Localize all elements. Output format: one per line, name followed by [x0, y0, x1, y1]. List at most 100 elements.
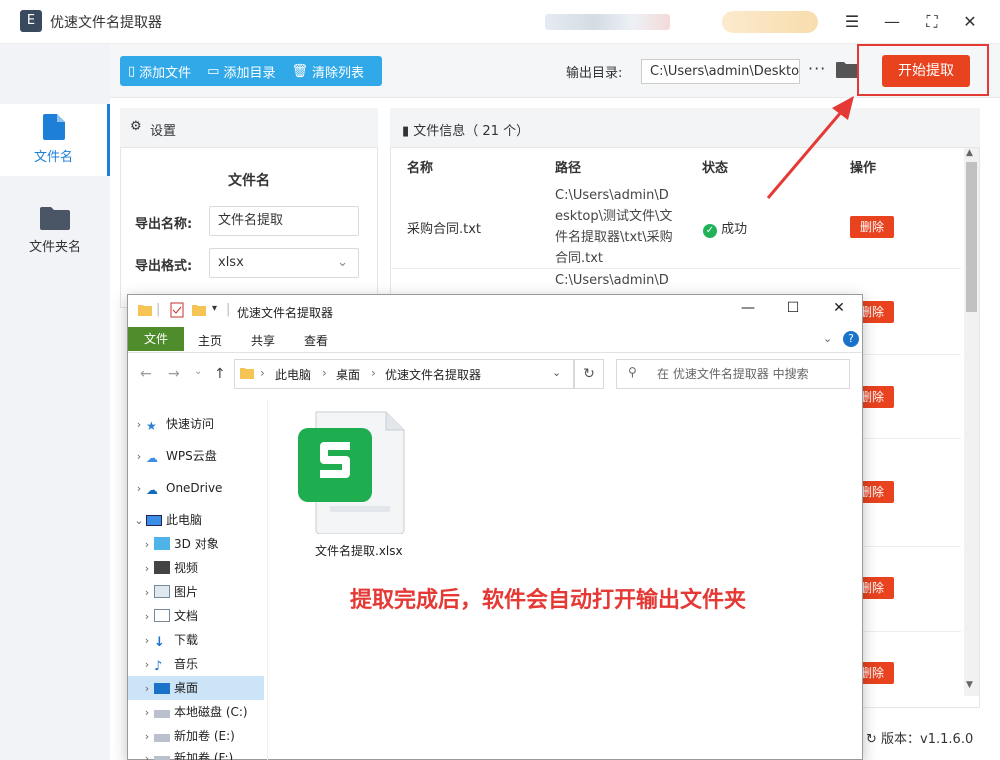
- tree-item-music[interactable]: › ♪ 音乐: [128, 652, 264, 676]
- app-logo: E: [20, 10, 42, 32]
- gear-icon: ⚙: [130, 119, 142, 134]
- chevron-down-icon: ⌄: [337, 255, 348, 270]
- breadcrumb-item[interactable]: 优速文件名提取器: [385, 366, 481, 383]
- export-name-input[interactable]: 文件名提取: [209, 206, 359, 236]
- tree-item-this-pc[interactable]: ⌄ 此电脑: [128, 508, 264, 532]
- row-name: 采购合同.txt: [407, 222, 482, 237]
- tree-item-pictures[interactable]: › 图片: [128, 580, 264, 604]
- minimize-button[interactable]: —: [880, 10, 904, 34]
- user-account-area[interactable]: [545, 14, 670, 30]
- browse-more-button[interactable]: ···: [808, 59, 826, 78]
- explorer-title: 优速文件名提取器: [237, 306, 334, 320]
- address-dropdown-icon[interactable]: ⌄: [552, 366, 561, 379]
- ribbon-tab-file[interactable]: 文件: [128, 327, 184, 351]
- settings-header: ⚙ 设置: [120, 108, 378, 148]
- forward-arrow-icon[interactable]: →: [168, 366, 180, 382]
- row-path: C:\Users\admin\Desktop\测试文件\文件名提取器\txt\采…: [555, 188, 673, 266]
- computer-icon: [146, 515, 162, 526]
- export-format-select[interactable]: xlsx ⌄: [209, 248, 359, 278]
- breadcrumb-separator: ›: [260, 366, 265, 380]
- properties-icon[interactable]: [170, 302, 184, 318]
- trash-icon: 🗑: [291, 63, 308, 79]
- tree-item-documents[interactable]: › 文档: [128, 604, 264, 628]
- tree-item-downloads[interactable]: › ↓ 下载: [128, 628, 264, 652]
- export-format-label: 导出格式:: [135, 259, 193, 274]
- back-arrow-icon[interactable]: ←: [140, 366, 152, 382]
- output-dir-input[interactable]: C:\Users\admin\Desktop: [641, 59, 800, 84]
- cube-icon: [154, 537, 170, 550]
- output-dir-label: 输出目录:: [566, 66, 623, 81]
- search-input[interactable]: 在 优速文件名提取器 中搜索: [616, 359, 850, 389]
- scroll-down-icon[interactable]: ▼: [966, 680, 973, 690]
- scroll-up-icon[interactable]: ▲: [966, 148, 973, 158]
- annotation-arrow: [766, 96, 854, 199]
- ribbon-tab-view[interactable]: 查看: [304, 332, 328, 349]
- scrollbar-thumb[interactable]: [966, 162, 977, 312]
- open-folder-icon[interactable]: [836, 61, 858, 79]
- vip-badge[interactable]: [722, 11, 818, 33]
- app-title: 优速文件名提取器: [50, 15, 162, 31]
- row-status: ✓ 成功: [703, 218, 747, 238]
- maximize-button[interactable]: ⛶: [920, 10, 944, 34]
- explorer-ribbon: [128, 327, 862, 353]
- breadcrumb-separator: ›: [322, 366, 327, 380]
- drive-icon: [154, 734, 170, 742]
- menu-icon[interactable]: ☰: [840, 10, 864, 34]
- sidebar-item-filename[interactable]: 文件名: [0, 104, 110, 176]
- quick-access-dropdown-icon[interactable]: ▾: [212, 303, 217, 314]
- up-arrow-icon[interactable]: ↑: [214, 366, 226, 382]
- refresh-button[interactable]: ↻: [574, 359, 604, 389]
- annotation-message: 提取完成后，软件会自动打开输出文件夹: [350, 588, 747, 613]
- picture-icon: [154, 585, 170, 598]
- breadcrumb-item[interactable]: 桌面: [336, 366, 360, 383]
- separator: |: [156, 302, 161, 317]
- file-info-header: ▮ 文件信息（ 21 个）: [390, 108, 980, 148]
- close-button[interactable]: ✕: [958, 10, 982, 34]
- cloud-icon: ☁: [146, 451, 158, 465]
- tree-item-videos[interactable]: › 视频: [128, 556, 264, 580]
- ribbon-tab-share[interactable]: 共享: [251, 332, 275, 349]
- start-extract-button[interactable]: 开始提取: [882, 55, 970, 87]
- clear-list-button[interactable]: 🗑 清除列表: [283, 56, 372, 86]
- add-file-button[interactable]: ▯ 添加文件: [120, 56, 199, 86]
- tree-item-wps-cloud[interactable]: › ☁ WPS云盘: [128, 444, 264, 468]
- recent-dropdown-icon[interactable]: ⌄: [194, 366, 202, 377]
- tree-item-drive-e[interactable]: › 新加卷 (E:): [128, 724, 264, 748]
- column-header-status: 状态: [702, 161, 729, 176]
- ribbon-expand-icon[interactable]: ⌄: [823, 332, 832, 345]
- explorer-minimize-button[interactable]: —: [733, 300, 763, 322]
- help-icon[interactable]: ?: [843, 331, 859, 347]
- explorer-maximize-button[interactable]: ☐: [778, 300, 808, 322]
- breadcrumb-item[interactable]: 此电脑: [275, 366, 311, 383]
- tree-item-drive-c[interactable]: › 本地磁盘 (C:): [128, 700, 264, 724]
- tree-item-desktop[interactable]: › 桌面: [128, 676, 264, 700]
- download-icon: ↓: [154, 635, 165, 650]
- file-outline-icon: ▯: [128, 63, 136, 79]
- onedrive-icon: ☁: [146, 483, 158, 497]
- folder-icon: [240, 368, 254, 379]
- separator: |: [226, 302, 231, 317]
- tree-item-onedrive[interactable]: › ☁ OneDrive: [128, 476, 264, 500]
- tree-item-drive-f[interactable]: › 新加卷 (F:): [128, 748, 264, 760]
- row-path: C:\Users\admin\D: [555, 273, 669, 288]
- folder-icon: [40, 207, 70, 230]
- file-action-group: ▯ 添加文件 ▭ 添加目录 🗑 清除列表: [120, 56, 382, 86]
- star-icon: ★: [146, 419, 157, 433]
- ribbon-tab-home[interactable]: 主页: [198, 332, 222, 349]
- new-folder-icon[interactable]: [192, 303, 206, 317]
- explorer-close-button[interactable]: ✕: [824, 300, 854, 322]
- add-directory-button[interactable]: ▭ 添加目录: [199, 56, 283, 86]
- sidebar-item-foldername[interactable]: 文件夹名: [0, 196, 110, 268]
- version-label: ↻ 版本：v1.1.6.0: [866, 732, 974, 747]
- tree-item-quick-access[interactable]: › ★ 快速访问: [128, 412, 264, 436]
- column-header-name: 名称: [407, 161, 434, 176]
- video-icon: [154, 561, 170, 574]
- delete-button[interactable]: 删除: [850, 216, 894, 238]
- wps-spreadsheet-icon[interactable]: [298, 410, 406, 534]
- tree-item-3d-objects[interactable]: › 3D 对象: [128, 532, 264, 556]
- folder-icon: [138, 305, 152, 316]
- drive-icon: [154, 756, 170, 760]
- search-icon: ⚲: [628, 365, 637, 379]
- column-header-path: 路径: [555, 161, 582, 176]
- folder-outline-icon: ▭: [207, 63, 220, 79]
